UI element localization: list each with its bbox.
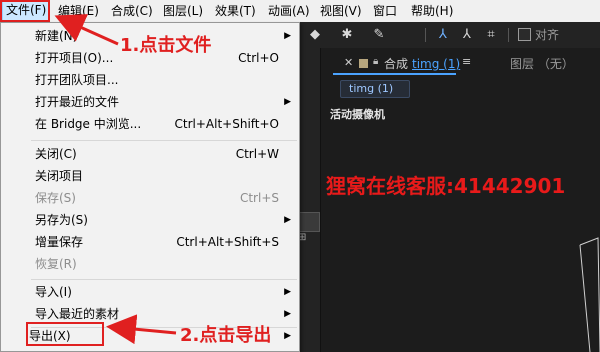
- menu-item-save-as[interactable]: 另存为(S) ▶: [1, 209, 299, 231]
- menu-item-save: 保存(S) Ctrl+S: [1, 187, 299, 209]
- menu-layer[interactable]: 图层(L): [163, 0, 203, 22]
- menu-item-label: 导入(I): [35, 285, 72, 299]
- pin-icon[interactable]: ✎: [370, 26, 388, 44]
- menu-item-label: 另存为(S): [35, 213, 88, 227]
- menu-window[interactable]: 窗口: [373, 0, 397, 22]
- view-axis-icon[interactable]: ⌗: [482, 26, 500, 44]
- panel-menu-icon[interactable]: ≡: [462, 55, 471, 68]
- menu-item-shortcut: Ctrl+W: [235, 147, 279, 161]
- menu-bar: 文件(F) 编辑(E) 合成(C) 图层(L) 效果(T) 动画(A) 视图(V…: [0, 0, 600, 23]
- menu-composition[interactable]: 合成(C): [111, 0, 153, 22]
- menu-effect[interactable]: 效果(T): [215, 0, 256, 22]
- file-menu-highlight-box: [0, 0, 50, 22]
- active-camera-label: 活动摄像机: [330, 108, 385, 121]
- submenu-arrow-icon: ▶: [284, 215, 291, 225]
- menu-item-revert: 恢复(R): [1, 253, 299, 275]
- menu-item-label: 增量保存: [35, 235, 84, 249]
- menu-item-shortcut: Ctrl+S: [239, 191, 279, 205]
- puppet-pin-icon[interactable]: ✱: [338, 26, 356, 44]
- menu-item-label: 关闭(C): [35, 147, 77, 161]
- menu-item-label: 关闭项目: [35, 169, 84, 183]
- watermark-text: 狸窝在线客服:41442901: [326, 174, 566, 198]
- menu-item-close[interactable]: 关闭(C) Ctrl+W: [1, 143, 299, 165]
- tab-composition[interactable]: 合成 timg (1): [384, 55, 460, 72]
- lock-icon[interactable]: 🔒︎: [373, 56, 378, 67]
- flowchart-icon[interactable]: ⊞: [298, 232, 314, 248]
- menu-animation[interactable]: 动画(A): [268, 0, 310, 22]
- tab-composition-prefix: 合成: [384, 57, 409, 71]
- submenu-arrow-icon: ▶: [284, 31, 291, 41]
- export-highlight-box: [26, 322, 104, 346]
- eraser-icon[interactable]: ◆: [306, 26, 324, 44]
- annotation-step1: 1.点击文件: [120, 35, 212, 56]
- composition-chip-label: timg (1): [349, 82, 394, 95]
- menu-item-shortcut: Ctrl+O: [238, 51, 279, 65]
- menu-item-browse-bridge[interactable]: 在 Bridge 中浏览... Ctrl+Alt+Shift+O: [1, 113, 299, 135]
- annotation-step2: 2.点击导出: [180, 325, 272, 346]
- menu-item-open-recent[interactable]: 打开最近的文件 ▶: [1, 91, 299, 113]
- menu-item-label: 打开项目(O)...: [35, 51, 114, 65]
- toolbar-divider: [425, 28, 426, 42]
- menu-item-increment-save[interactable]: 增量保存 Ctrl+Alt+Shift+S: [1, 231, 299, 253]
- submenu-arrow-icon: ▶: [284, 309, 291, 319]
- menu-item-label: 在 Bridge 中浏览...: [35, 117, 142, 131]
- menu-item-label: 保存(S): [35, 191, 76, 205]
- menu-item-shortcut: Ctrl+Alt+Shift+S: [176, 235, 279, 249]
- menu-help[interactable]: 帮助(H): [411, 0, 453, 22]
- menu-separator: [31, 279, 297, 280]
- menu-item-shortcut: Ctrl+Alt+Shift+O: [174, 117, 279, 131]
- menu-item-label: 打开最近的文件: [35, 95, 120, 109]
- composition-color-swatch: [359, 59, 368, 68]
- menu-item-label: 新建(N): [35, 29, 78, 43]
- file-menu-dropdown: 新建(N) ▶ 打开项目(O)... Ctrl+O 打开团队项目... 打开最近…: [0, 22, 300, 352]
- align-label: 对齐: [535, 28, 560, 42]
- menu-item-open-team-project[interactable]: 打开团队项目...: [1, 69, 299, 91]
- menu-item-close-project[interactable]: 关闭项目: [1, 165, 299, 187]
- menu-item-import[interactable]: 导入(I) ▶: [1, 281, 299, 303]
- menu-separator: [31, 140, 297, 141]
- submenu-arrow-icon: ▶: [284, 97, 291, 107]
- local-axis-icon[interactable]: ⅄: [434, 26, 452, 44]
- tab-layer[interactable]: 图层 （无）: [510, 55, 574, 72]
- world-axis-icon[interactable]: ⅄: [458, 26, 476, 44]
- align-checkbox[interactable]: [518, 28, 531, 41]
- camera-wireframe: [579, 237, 600, 352]
- menu-edit[interactable]: 编辑(E): [58, 0, 99, 22]
- menu-item-label: 打开团队项目...: [35, 73, 119, 87]
- composition-breadcrumb-chip[interactable]: timg (1): [340, 80, 410, 98]
- toolbar-divider: [508, 28, 509, 42]
- menu-item-label: 恢复(R): [35, 257, 77, 271]
- menu-item-label: 导入最近的素材: [35, 307, 120, 321]
- tab-composition-name[interactable]: timg (1): [412, 57, 460, 71]
- menu-view[interactable]: 视图(V): [320, 0, 362, 22]
- close-icon[interactable]: ✕: [344, 56, 353, 69]
- active-tab-indicator: [333, 73, 456, 75]
- submenu-arrow-icon: ▶: [284, 287, 291, 297]
- submenu-arrow-icon: ▶: [284, 331, 291, 341]
